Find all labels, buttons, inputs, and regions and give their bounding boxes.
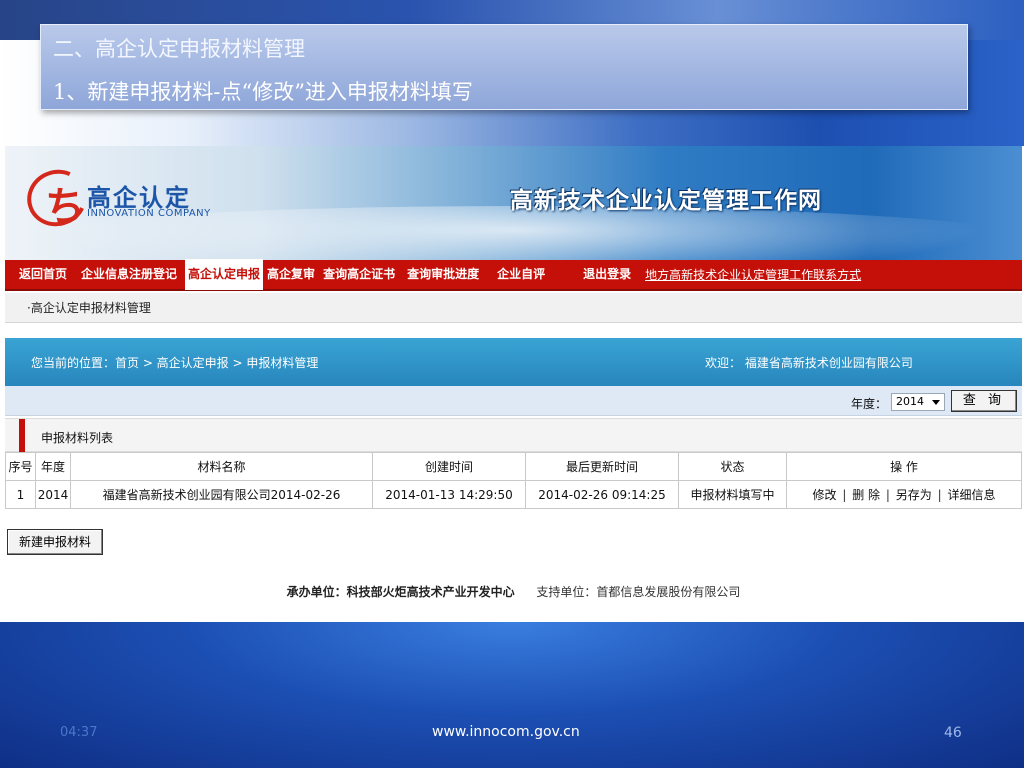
slide-title-line2: 1、新建申报材料-点“修改”进入申报材料填写 <box>53 80 473 104</box>
year-select[interactable]: 2014 <box>891 393 945 411</box>
delete-link[interactable]: 删 除 <box>852 488 880 502</box>
logo-subtext: INNOVATION COMPANY <box>87 208 211 219</box>
col-created: 创建时间 <box>372 452 526 481</box>
cell-created: 2014-01-13 14:29:50 <box>372 480 526 509</box>
year-filter-bar: 年度： 2014 查 询 <box>5 386 1022 416</box>
cell-name: 福建省高新技术创业园有限公司2014-02-26 <box>70 480 373 509</box>
slide-date: 04:37 <box>60 725 98 740</box>
year-select-value: 2014 <box>896 395 924 408</box>
site-title: 高新技术企业认定管理工作网 <box>510 188 822 214</box>
slide-title-line1: 二、高企认定申报材料管理 <box>53 37 305 61</box>
cell-actions: 修改 | 删 除 | 另存为 | 详细信息 <box>786 480 1022 509</box>
slide-title-box: 二、高企认定申报材料管理 1、新建申报材料-点“修改”进入申报材料填写 <box>40 24 968 110</box>
nav-contact-link[interactable]: 地方高新技术企业认定管理工作联系方式 <box>645 266 861 283</box>
welcome-text: 欢迎： 福建省高新技术创业园有限公司 <box>705 356 913 370</box>
col-actions: 操 作 <box>786 452 1022 481</box>
sub-nav-item[interactable]: ·高企认定申报材料管理 <box>5 293 1022 323</box>
list-title: 申报材料列表 <box>41 431 114 445</box>
site-banner: ち 高企认定 INNOVATION COMPANY 高新技术企业认定管理工作网 <box>5 146 1022 260</box>
nav-self-evaluation[interactable]: 企业自评 <box>497 259 545 290</box>
website-screenshot: ち 高企认定 INNOVATION COMPANY 高新技术企业认定管理工作网 … <box>5 146 1022 622</box>
new-material-button[interactable]: 新建申报材料 <box>7 529 103 555</box>
slide-footer-background <box>0 622 1024 768</box>
table-row: 1 2014 福建省高新技术创业园有限公司2014-02-26 2014-01-… <box>5 480 1022 509</box>
main-nav: 返回首页 企业信息注册登记 高企认定申报 高企复审 查询高企证书 查询审批进度 … <box>5 259 1022 291</box>
query-button[interactable]: 查 询 <box>951 390 1017 412</box>
col-year: 年度 <box>35 452 71 481</box>
col-status: 状态 <box>678 452 787 481</box>
action-separator: | <box>885 488 890 502</box>
cell-updated: 2014-02-26 09:14:25 <box>525 480 679 509</box>
slide-url: www.innocom.gov.cn <box>432 724 580 740</box>
nav-query-certificate[interactable]: 查询高企证书 <box>323 259 395 290</box>
cell-index: 1 <box>5 480 36 509</box>
col-name: 材料名称 <box>70 452 373 481</box>
breadcrumb: 您当前的位置：首页 > 高企认定申报 > 申报材料管理 <box>31 356 319 370</box>
year-label: 年度： <box>851 397 888 411</box>
table-header-row: 序号 年度 材料名称 创建时间 最后更新时间 状态 操 作 <box>5 452 1022 481</box>
cell-year: 2014 <box>35 480 71 509</box>
footer-host: 承办单位：科技部火炬高技术产业开发中心 <box>286 585 515 599</box>
materials-table: 序号 年度 材料名称 创建时间 最后更新时间 状态 操 作 1 2014 福建省… <box>5 452 1022 509</box>
site-footer: 承办单位：科技部火炬高技术产业开发中心 支持单位：首都信息发展股份有限公司 <box>5 583 1022 600</box>
nav-certification-apply[interactable]: 高企认定申报 <box>185 259 264 290</box>
action-separator: | <box>937 488 942 502</box>
cell-status: 申报材料填写中 <box>678 480 787 509</box>
slide-page-number: 46 <box>944 725 962 741</box>
nav-review[interactable]: 高企复审 <box>267 259 315 290</box>
save-as-link[interactable]: 另存为 <box>896 488 932 502</box>
logo-glyph-icon: ち <box>45 183 85 230</box>
col-index: 序号 <box>5 452 36 481</box>
nav-home[interactable]: 返回首页 <box>19 259 67 290</box>
footer-support: 支持单位：首都信息发展股份有限公司 <box>536 585 741 599</box>
col-updated: 最后更新时间 <box>525 452 679 481</box>
nav-company-register[interactable]: 企业信息注册登记 <box>81 259 177 290</box>
chevron-down-icon <box>932 400 940 405</box>
edit-link[interactable]: 修改 <box>813 488 837 502</box>
detail-link[interactable]: 详细信息 <box>947 488 995 502</box>
breadcrumb-bar: 您当前的位置：首页 > 高企认定申报 > 申报材料管理 欢迎： 福建省高新技术创… <box>5 338 1022 386</box>
nav-logout[interactable]: 退出登录 <box>583 259 631 290</box>
list-header: 申报材料列表 <box>5 418 1022 453</box>
action-separator: | <box>842 488 847 502</box>
nav-query-progress[interactable]: 查询审批进度 <box>407 259 479 290</box>
list-header-marker <box>19 419 25 453</box>
